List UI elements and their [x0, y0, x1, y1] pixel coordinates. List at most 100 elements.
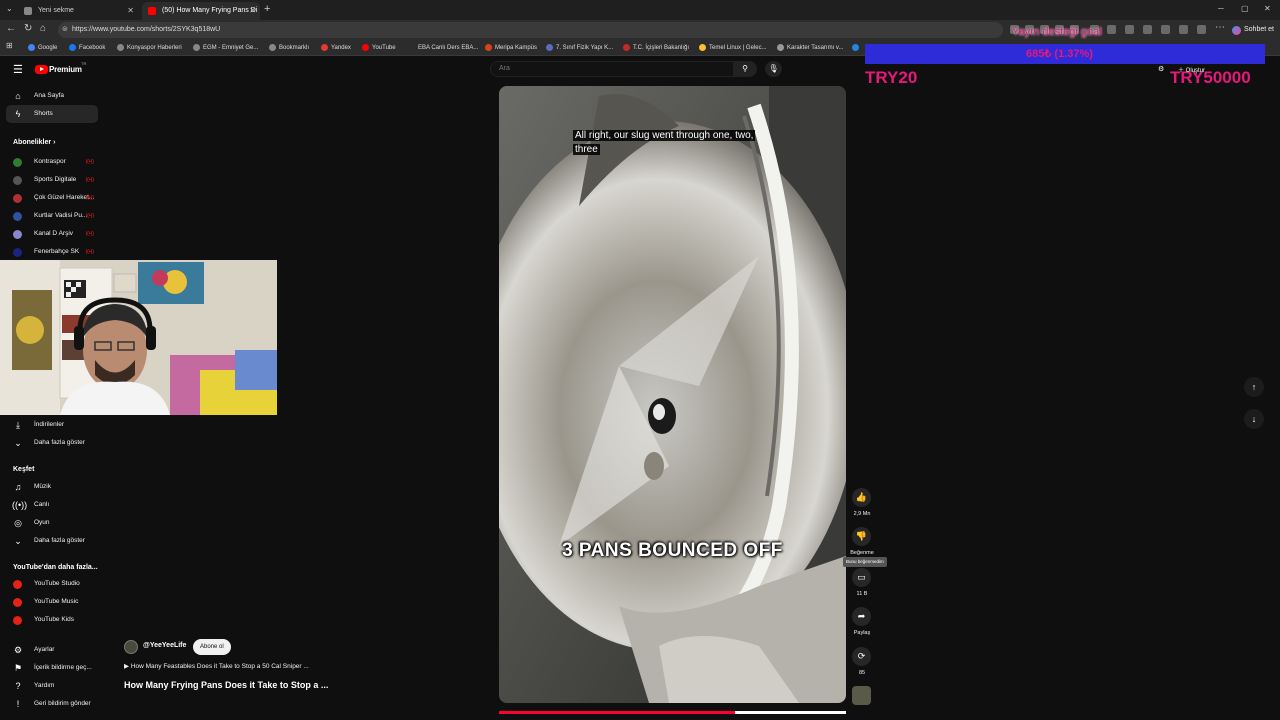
subscription-item[interactable]: Çok Güzel Hareket... ((•)) [6, 189, 98, 207]
bookmark-item[interactable]: Yandex [321, 42, 351, 54]
close-icon[interactable]: ✕ [249, 2, 256, 20]
subscription-item[interactable]: Kurtlar Vadisi Pu... ((•)) [6, 207, 98, 225]
sidebar-item-settings[interactable]: ⚙ Ayarlar [6, 641, 98, 659]
next-short-button[interactable]: ↓ [1244, 409, 1264, 429]
share-button[interactable]: ➦ [852, 607, 871, 626]
close-icon[interactable]: ✕ [127, 2, 134, 20]
sidebar-item-youtube-studio[interactable]: YouTube Studio [6, 575, 98, 593]
url-field[interactable]: ⊜ https://www.youtube.com/shorts/2SYK3q5… [58, 22, 1003, 38]
subscription-item[interactable]: Kanal D Arşiv ((•)) [6, 225, 98, 243]
sidebar-item-live[interactable]: ((•)) Canlı [6, 496, 98, 514]
bookmark-item[interactable]: Meripa Kampüs [485, 42, 537, 54]
reload-icon[interactable]: ↻ [24, 23, 32, 34]
bookmark-item[interactable]: Facebook [69, 42, 105, 54]
related-video-link[interactable]: ▶ How Many Feastables Does it Take to St… [124, 662, 309, 670]
live-icon: ((•)) [85, 213, 94, 219]
live-icon: ((•)) [85, 231, 94, 237]
voice-search-button[interactable]: 🎙 [765, 61, 782, 77]
video-caption: All right, our slug went through one, tw… [573, 130, 756, 155]
create-button[interactable]: ＋ Oluştur [1178, 65, 1205, 74]
share-icon: ➦ [857, 611, 866, 621]
sidebar-item-music[interactable]: ♫ Müzik [6, 478, 98, 496]
url-text: https://www.youtube.com/shorts/2SYK3q518… [72, 26, 221, 33]
previous-short-button[interactable]: ↑ [1244, 377, 1264, 397]
sidebar-item-report-history[interactable]: ⚑ İçerik bildirme geç... [6, 659, 98, 677]
donation-goal-amount: 685₺ (1.37%) [1026, 48, 1093, 60]
copilot-icon [1232, 26, 1241, 35]
subscription-item[interactable]: Sports Digitale ((•)) [6, 171, 98, 189]
comment-icon: ▭ [857, 572, 866, 582]
bookmark-item[interactable]: EBA Canlı Ders EBA... [408, 42, 478, 54]
share-label: Paylaş [853, 630, 871, 636]
minimize-icon[interactable]: ─ [1218, 4, 1224, 13]
maximize-icon[interactable]: ▢ [1241, 4, 1249, 13]
bookmark-item[interactable]: EGM - Emniyet Ge... [193, 42, 258, 54]
home-icon[interactable]: ⌂ [40, 23, 46, 34]
window-close-icon[interactable]: ✕ [1264, 4, 1271, 13]
channel-name[interactable]: @YeeYeeLife [143, 642, 186, 649]
youtube-music-icon [13, 598, 22, 607]
dislike-button[interactable]: 👎 [852, 527, 871, 546]
bookmark-item[interactable]: Bookmarklı [269, 42, 309, 54]
sidebar-show-more[interactable]: ⌄ Daha fazla göster [6, 532, 98, 550]
sound-thumbnail[interactable] [852, 686, 871, 705]
more-menu-icon[interactable]: ⋯ [1215, 22, 1225, 33]
bookmark-item[interactable]: YouTube [362, 42, 396, 54]
remix-button[interactable]: ⟳ [852, 647, 871, 666]
subscription-item[interactable]: Fenerbahçe SK ((•)) [6, 243, 98, 261]
bookmark-item[interactable]: Temel Linux | Gelec... [699, 42, 767, 54]
extension-icon[interactable] [1179, 25, 1188, 34]
sidebar-item-shorts[interactable]: ϟ Shorts [6, 105, 98, 123]
subscribe-button[interactable]: Abone ol [193, 639, 231, 655]
apps-icon[interactable]: ⊞ [6, 41, 13, 50]
channel-avatar[interactable] [124, 640, 138, 654]
search-button[interactable]: ⚲ [733, 61, 757, 77]
tab-new-tab[interactable]: Yeni sekme ✕ [18, 2, 138, 20]
like-button[interactable]: 👍 [852, 488, 871, 507]
linux-icon [699, 44, 706, 51]
new-tab-icon[interactable]: + [264, 3, 270, 15]
extension-icon[interactable] [1143, 25, 1152, 34]
comments-button[interactable]: ▭ [852, 568, 871, 587]
create-icon[interactable]: ⚙ [1158, 65, 1164, 73]
sidebar-item-help[interactable]: ? Yardım [6, 677, 98, 695]
extension-icon[interactable] [1161, 25, 1170, 34]
bookmark-item[interactable]: T.C. İçişleri Bakanlığı [623, 42, 689, 54]
sidebar-item-gaming[interactable]: ◎ Oyun [6, 514, 98, 532]
video-progress-bar[interactable] [499, 711, 846, 714]
bookmark-item[interactable]: Google [28, 42, 57, 54]
site-info-icon[interactable]: ⊜ [62, 22, 68, 38]
remix-count: 85 [858, 670, 866, 676]
globe-icon [852, 44, 859, 51]
globe-icon [117, 44, 124, 51]
hamburger-menu-icon[interactable]: ☰ [13, 63, 23, 76]
subscriptions-heading[interactable]: Abonelikler › [13, 139, 55, 146]
video-overlay-text: 3 PANS BOUNCED OFF [562, 540, 783, 561]
home-icon: ⌂ [15, 91, 21, 101]
globe-icon [269, 44, 276, 51]
bookmark-item[interactable]: 7. Sınıf Fizik Yapı K... [546, 42, 613, 54]
back-icon[interactable]: ← [6, 23, 16, 34]
chat-button[interactable]: Sohbet et [1232, 23, 1274, 37]
bookmark-item[interactable]: Konyaspor Haberleri [117, 42, 182, 54]
profile-icon[interactable] [1197, 25, 1206, 34]
thumbs-up-icon: 👍 [855, 492, 868, 502]
sidebar-item-youtube-kids[interactable]: YouTube Kids [6, 611, 98, 629]
chevron-down-icon: ⌄ [14, 536, 22, 546]
bookmark-item[interactable]: Karakter Tasarımı v... [777, 42, 843, 54]
youtube-icon [362, 44, 369, 51]
tab-label: (50) How Many Frying Pans Di [162, 7, 258, 14]
search-input[interactable]: Ara [490, 61, 733, 77]
remix-icon: ⟳ [857, 651, 866, 661]
tab-list-icon[interactable]: ⌄ [6, 4, 13, 13]
sidebar-item-home[interactable]: ⌂ Ana Sayfa [6, 87, 98, 105]
extension-icon[interactable] [1107, 25, 1116, 34]
sidebar-item-feedback[interactable]: ! Geri bildirim gönder [6, 695, 98, 713]
sidebar-item-downloads[interactable]: ⤓ İndirilenler [6, 416, 98, 434]
shorts-video-player[interactable] [499, 86, 846, 703]
extension-icon[interactable] [1125, 25, 1134, 34]
subscription-item[interactable]: Kontraspor ((•)) [6, 153, 98, 171]
sidebar-show-more[interactable]: ⌄ Daha fazla göster [6, 434, 98, 452]
sidebar-item-youtube-music[interactable]: YouTube Music [6, 593, 98, 611]
tab-youtube[interactable]: (50) How Many Frying Pans Di ✕ [142, 2, 260, 20]
